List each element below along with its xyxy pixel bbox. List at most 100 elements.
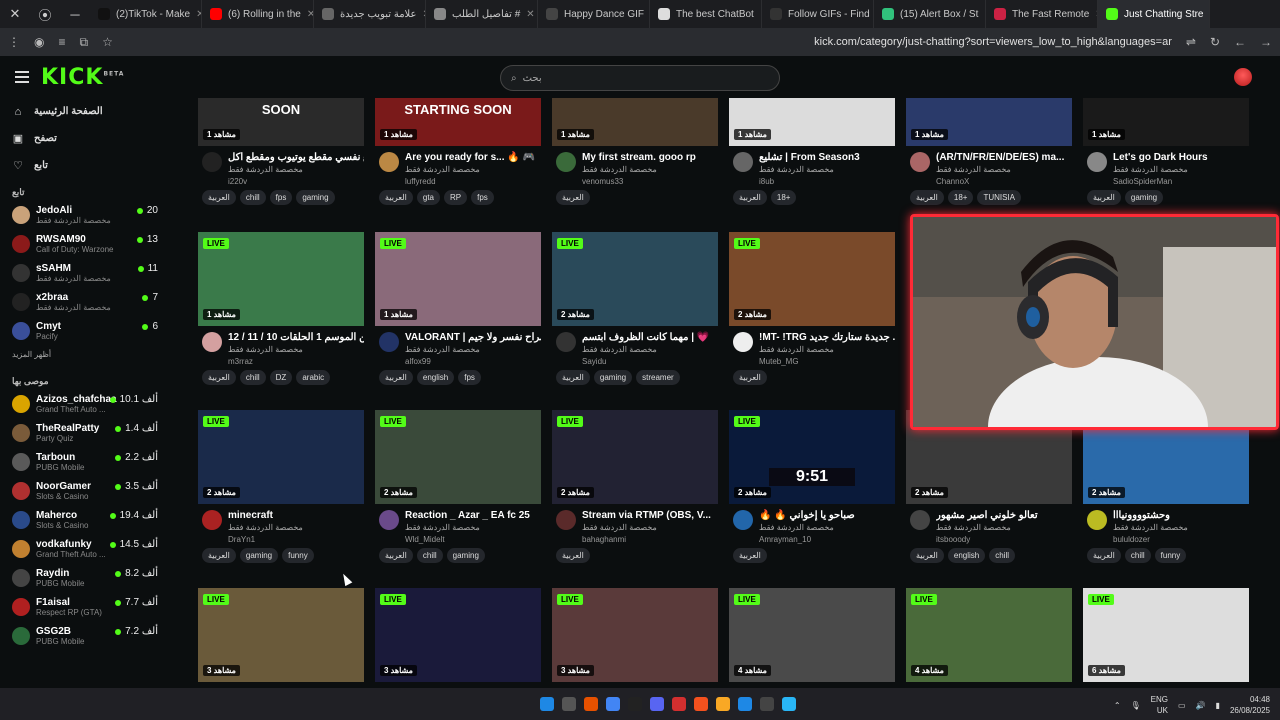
stream-category[interactable]: مخصصة الدردشة فقط [936, 523, 1072, 532]
user-avatar[interactable] [1234, 68, 1252, 86]
stream-thumbnail[interactable]: 1 مشاهد [906, 98, 1072, 146]
streamer-name[interactable]: bahaghanmi [582, 535, 718, 544]
browser-tab[interactable]: ✕Follow GIFs - Find [762, 0, 874, 28]
minimize-icon[interactable]: ─ [60, 7, 90, 22]
browser-tab[interactable]: ✕The Fast Remote [986, 0, 1098, 28]
stream-category[interactable]: مخصصة الدردشة فقط [228, 345, 364, 354]
stream-category[interactable]: مخصصة الدردشة فقط [228, 523, 364, 532]
stream-card[interactable]: 2 مشاهد تعالو خلوني اصير مشهور مخصصة الدرد… [906, 410, 1072, 572]
sidebar-channel[interactable]: x2braa مخصصة الدردشة فقط 7 [0, 288, 188, 317]
stream-tag[interactable]: gaming [593, 370, 633, 385]
bookmark-star-icon[interactable]: ☆ [102, 35, 113, 49]
sidebar-channel[interactable]: GSG2B PUBG Mobile 7.2 ألف [0, 622, 188, 651]
channel-avatar[interactable] [202, 332, 222, 352]
sidebar-channel[interactable]: Cmyt Pacify 6 [0, 317, 188, 346]
nav-item-browse[interactable]: تصفح ▣ [0, 125, 188, 152]
sidebar-channel[interactable]: NoorGamer Slots & Casino 3.5 ألف [0, 477, 188, 506]
stream-category[interactable]: مخصصة الدردشة فقط [759, 345, 895, 354]
stream-tag[interactable]: العربية [202, 548, 236, 563]
stream-category[interactable]: مخصصة الدردشة فقط [1113, 165, 1249, 174]
stream-tag[interactable]: english [947, 548, 986, 563]
stream-thumbnail[interactable]: LIVE 3 مشاهد [375, 588, 541, 682]
streamer-name[interactable]: alfox99 [405, 357, 541, 366]
stream-category[interactable]: مخصصة الدردشة فقط [759, 523, 895, 532]
sidebar-channel[interactable]: Azizos_chafchaa Grand Theft Auto ... 10.1 … [0, 390, 188, 419]
stream-tag[interactable]: العربية [733, 370, 767, 385]
stream-title[interactable]: تعالو خلوني اصير مشهور [936, 504, 1072, 521]
language-indicator[interactable]: ENG UK [1151, 694, 1168, 716]
volume-icon[interactable]: 🔊 [1196, 701, 1206, 710]
taskbar-app-icon[interactable] [606, 697, 620, 711]
stream-tag[interactable]: arabic [296, 370, 331, 385]
stream-tag[interactable]: العربية [556, 548, 590, 563]
stream-thumbnail[interactable]: LIVE 1 مشاهد [198, 232, 364, 326]
stream-tag[interactable]: fps [458, 370, 481, 385]
browser-tab[interactable]: ✕ تفاصيل الطلب # [426, 0, 538, 28]
stream-title[interactable]: 🔥 🔥 صباحو يا إخواني [759, 504, 895, 521]
channel-avatar[interactable] [910, 510, 930, 530]
stream-title[interactable]: My first stream. gooo rp [582, 146, 718, 163]
sidebar-channel[interactable]: sSAHM مخصصة الدردشة فقط 11 [0, 259, 188, 288]
stream-tag[interactable]: العربية [556, 190, 590, 205]
stream-tag[interactable]: gaming [1124, 190, 1164, 205]
stream-tag[interactable]: العربية [556, 370, 590, 385]
taskbar-app-icon[interactable] [760, 697, 774, 711]
stream-thumbnail[interactable]: LIVE 3 مشاهد [198, 588, 364, 682]
stream-category[interactable]: مخصصة الدردشة فقط [228, 165, 364, 174]
stream-card[interactable]: LIVE 2 مشاهد Stream via RTMP (OBS, V... مخص… [552, 410, 718, 572]
tab-close-icon[interactable]: ✕ [1209, 9, 1210, 20]
network-icon[interactable]: ▭ [1178, 701, 1186, 710]
browser-tab[interactable]: ✕(15) Alert Box / St [874, 0, 986, 28]
stream-tag[interactable]: RP [444, 190, 468, 205]
stream-tag[interactable]: العربية [379, 190, 413, 205]
taskbar-app-icon[interactable] [584, 697, 598, 711]
menu-icon[interactable] [15, 68, 29, 86]
stream-title[interactable]: minecraft [228, 504, 364, 521]
stream-card[interactable]: LIVE 2 مشاهد مهما كانت الظروف ابتسم | 💗 مخص… [552, 232, 718, 394]
stream-category[interactable]: مخصصة الدردشة فقط [936, 165, 1072, 174]
sidebar-channel[interactable]: TheRealPatty Party Quiz 1.4 ألف [0, 419, 188, 448]
taskbar-app-icon[interactable] [540, 697, 554, 711]
stream-thumbnail[interactable]: 1 مشاهد [1083, 98, 1249, 146]
sidebar-channel[interactable]: JedoAli مخصصة الدردشة فقط 20 [0, 201, 188, 230]
streamer-name[interactable]: itsbooody [936, 535, 1072, 544]
browser-tab[interactable]: ✕ Just Chatting Stre [1098, 0, 1210, 28]
stream-tag[interactable]: 18+ [947, 190, 974, 205]
stream-tag[interactable]: العربية [910, 190, 944, 205]
stream-card[interactable]: LIVE 6 مشاهد [1083, 588, 1249, 682]
streamer-name[interactable]: Wld_Midelt [405, 535, 541, 544]
channel-avatar[interactable] [556, 510, 576, 530]
stream-thumbnail[interactable]: LIVE 4 مشاهد [906, 588, 1072, 682]
taskbar-app-icon[interactable] [716, 697, 730, 711]
stream-card[interactable]: LIVE 2 مشاهد minecraft مخصصة الدردشة فقط Dra… [198, 410, 364, 572]
stream-card[interactable]: LIVE 4 مشاهد [729, 588, 895, 682]
stream-title[interactable]: مع نفسي مقطع يوتيوب ومقطع اكل ... [228, 146, 364, 163]
reload-icon[interactable]: ↻ [1210, 35, 1220, 49]
streamer-name[interactable]: SadioSpiderMan [1113, 177, 1249, 186]
stream-tag[interactable]: DZ [269, 370, 293, 385]
stream-thumbnail[interactable]: LIVE 4 مشاهد [729, 588, 895, 682]
streamer-name[interactable]: Sayidu [582, 357, 718, 366]
channel-avatar[interactable] [733, 510, 753, 530]
stream-category[interactable]: مخصصة الدردشة فقط [582, 523, 718, 532]
stream-category[interactable]: مخصصة الدردشة فقط [759, 165, 895, 174]
stream-tag[interactable]: العربية [379, 370, 413, 385]
stream-card[interactable]: LIVE 3 مشاهد [375, 588, 541, 682]
sidebar-toggle-icon[interactable]: ⋮ [8, 35, 20, 49]
channel-avatar[interactable] [733, 152, 753, 172]
tab-close-icon[interactable]: ✕ [307, 9, 313, 20]
taskbar-app-icon[interactable] [562, 697, 576, 711]
taskbar-app-icon[interactable] [782, 697, 796, 711]
stream-thumbnail[interactable]: LIVE 2 مشاهد [552, 232, 718, 326]
channel-avatar[interactable] [733, 332, 753, 352]
stream-tag[interactable]: العربية [733, 548, 767, 563]
stream-category[interactable]: مخصصة الدردشة فقط [405, 165, 541, 174]
stream-card[interactable]: LIVE 3 مشاهد [198, 588, 364, 682]
channel-avatar[interactable] [379, 332, 399, 352]
record-icon[interactable]: ⦿ [30, 5, 60, 24]
browser-tab[interactable]: ✕The best ChatBot [650, 0, 762, 28]
stream-title[interactable]: !MT- !TRG جديدة ستارتك جديد ... [759, 326, 895, 343]
streamer-name[interactable]: i220v [228, 177, 364, 186]
streamer-name[interactable]: DraYn1 [228, 535, 364, 544]
stream-title[interactable]: Reaction _ Azar _ EA fc 25 [405, 504, 541, 521]
